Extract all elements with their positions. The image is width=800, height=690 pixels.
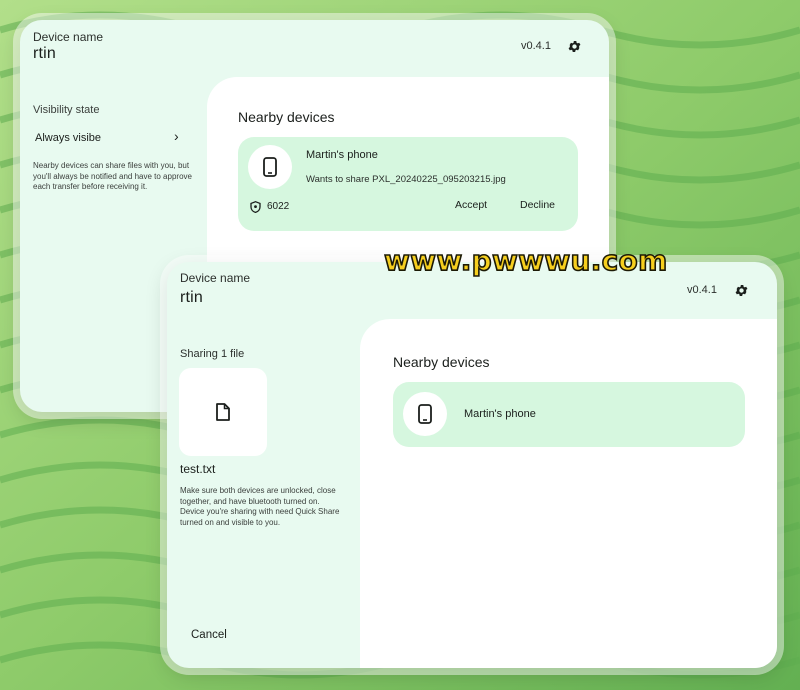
visibility-note: Nearby devices can share files with you,… bbox=[33, 161, 192, 191]
sharing-label: Sharing 1 file bbox=[180, 348, 245, 360]
device-card-name: Martin's phone bbox=[464, 408, 536, 420]
file-preview bbox=[179, 368, 267, 456]
device-avatar bbox=[403, 392, 447, 436]
device-name-value[interactable]: rtin bbox=[180, 289, 203, 307]
transfer-request-card: Martin's phone Wants to share PXL_202402… bbox=[238, 137, 578, 231]
watermark-text: www.pwwwu.com bbox=[383, 243, 668, 278]
version-label: v0.4.1 bbox=[687, 284, 717, 296]
gear-icon[interactable] bbox=[733, 282, 749, 298]
request-message: Wants to share PXL_20240225_095203215.jp… bbox=[306, 174, 506, 185]
version-label: v0.4.1 bbox=[521, 40, 551, 52]
accept-button[interactable]: Accept bbox=[455, 199, 487, 211]
decline-button[interactable]: Decline bbox=[520, 199, 555, 211]
pin-code: 6022 bbox=[267, 201, 290, 212]
request-device-name: Martin's phone bbox=[306, 149, 378, 161]
chevron-right-icon: › bbox=[174, 128, 179, 144]
nearby-devices-title: Nearby devices bbox=[393, 354, 490, 370]
front-window: Device name rtin v0.4.1 Sharing 1 file t… bbox=[167, 262, 777, 668]
visibility-value: Always visibe bbox=[35, 132, 102, 144]
device-card[interactable]: Martin's phone bbox=[393, 382, 745, 447]
nearby-devices-title: Nearby devices bbox=[238, 109, 335, 125]
device-name-label: Device name bbox=[180, 271, 251, 285]
nearby-panel: Nearby devices Martin's phone bbox=[360, 319, 777, 668]
device-name-value[interactable]: rtin bbox=[33, 45, 56, 63]
share-note: Make sure both devices are unlocked, clo… bbox=[180, 486, 340, 527]
file-icon bbox=[216, 403, 230, 421]
visibility-selector[interactable]: Always visibe › bbox=[33, 126, 185, 150]
phone-icon bbox=[418, 404, 432, 424]
gear-icon[interactable] bbox=[566, 38, 582, 54]
phone-icon bbox=[263, 157, 277, 177]
cancel-button[interactable]: Cancel bbox=[191, 629, 227, 641]
visibility-label: Visibility state bbox=[33, 104, 100, 116]
device-name-label: Device name bbox=[33, 30, 104, 44]
shield-icon bbox=[250, 200, 261, 218]
device-avatar bbox=[248, 145, 292, 189]
file-name: test.txt bbox=[180, 462, 216, 476]
